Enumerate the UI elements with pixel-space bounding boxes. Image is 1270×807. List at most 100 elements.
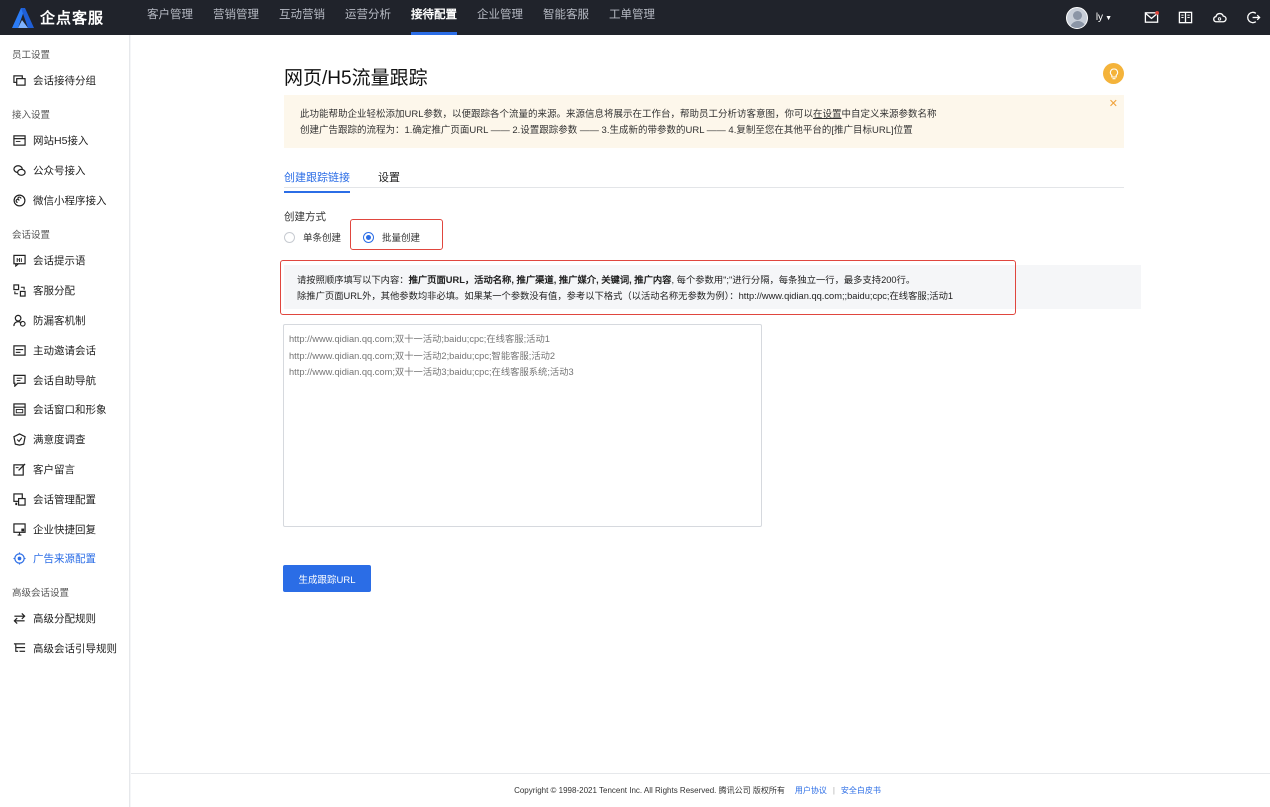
- mail-icon[interactable]: [1134, 0, 1168, 35]
- group-chat-icon: [12, 73, 26, 87]
- hi-message-icon: Hi: [12, 253, 26, 267]
- sidebar-group-staff: 员工设置: [12, 50, 51, 61]
- hint-line-1: 请按照顺序填写以下内容：推广页面URL，活动名称, 推广渠道, 推广媒介, 关键…: [297, 272, 1015, 288]
- create-mode-label: 创建方式: [284, 211, 326, 223]
- sidebar-item-label: 广告来源配置: [33, 552, 96, 565]
- copyright: Copyright © 1998-2021 Tencent Inc. All R…: [514, 786, 785, 795]
- sidebar-item-adv-assign[interactable]: 高级分配规则: [0, 606, 130, 630]
- nav-marketing[interactable]: 营销管理: [203, 0, 269, 35]
- edit-note-icon: [12, 462, 26, 476]
- nav-analytics[interactable]: 运营分析: [335, 0, 401, 35]
- sidebar-item-label: 高级分配规则: [33, 612, 96, 625]
- hint-text: , 每个参数用";"进行分隔，每条独立一行，最多支持200行。: [671, 275, 916, 285]
- nav-enterprise[interactable]: 企业管理: [467, 0, 533, 35]
- hint-fields: 推广页面URL，活动名称, 推广渠道, 推广媒介, 关键词, 推广内容: [408, 275, 672, 285]
- sidebar-item-label: 满意度调查: [33, 433, 86, 446]
- tab-create-link[interactable]: 创建跟踪链接: [284, 169, 350, 193]
- user-agreement-link[interactable]: 用户协议: [795, 785, 827, 796]
- user-shield-icon: [12, 313, 26, 327]
- sidebar-item-label: 客户留言: [33, 463, 75, 476]
- sidebar-group-access: 接入设置: [12, 110, 51, 121]
- sidebar-item-label: 客服分配: [33, 284, 75, 297]
- sidebar-item-label: 会话提示语: [33, 254, 86, 267]
- top-right-tools: ly ▼: [1065, 0, 1270, 35]
- sidebar-item-self-nav[interactable]: 会话自助导航: [0, 368, 130, 392]
- cloud-icon[interactable]: [1202, 0, 1236, 35]
- radio-single[interactable]: 单条创建: [284, 230, 341, 244]
- nav-smart-service[interactable]: 智能客服: [533, 0, 599, 35]
- swap-arrows-icon: [12, 611, 26, 625]
- settings-link[interactable]: 在设置: [813, 109, 842, 120]
- sidebar-item-ad-source[interactable]: 广告来源配置: [0, 546, 130, 570]
- footer-separator: |: [832, 786, 835, 795]
- book-icon[interactable]: [1168, 0, 1202, 35]
- sidebar-item-label: 高级会话引导规则: [33, 642, 117, 655]
- sidebar-item-survey[interactable]: 满意度调查: [0, 427, 130, 451]
- page-title: 网页/H5流量跟踪: [284, 68, 428, 89]
- close-icon[interactable]: ✕: [1109, 96, 1118, 112]
- top-bar: 企点客服 客户管理 营销管理 互动营销 运营分析 接待配置 企业管理 智能客服 …: [0, 0, 1270, 35]
- sidebar-item-label: 会话窗口和形象: [33, 403, 107, 416]
- notice-line-1: 此功能帮助企业轻松添加URL参数，以便跟踪各个流量的来源。来源信息将展示在工作台…: [300, 107, 1108, 123]
- chat-menu-icon: [12, 373, 26, 387]
- svg-text:Hi: Hi: [16, 257, 22, 263]
- sidebar-item-label: 网站H5接入: [33, 134, 89, 147]
- footer: Copyright © 1998-2021 Tencent Inc. All R…: [131, 773, 1270, 807]
- caret-down-icon: ▼: [1105, 15, 1112, 22]
- dashboard-icon: [12, 492, 26, 506]
- sidebar-item-assign[interactable]: 客服分配: [0, 278, 130, 302]
- radio-label: 单条创建: [303, 233, 342, 244]
- notice-line-2: 创建广告跟踪的流程为：1.确定推广页面URL —— 2.设置跟踪参数 —— 3.…: [300, 125, 913, 136]
- sidebar-item-adv-guide[interactable]: 高级会话引导规则: [0, 636, 130, 660]
- generate-url-button[interactable]: 生成跟踪URL: [283, 565, 371, 592]
- sidebar-item-label: 主动邀请会话: [33, 344, 96, 357]
- nav-interactive[interactable]: 互动营销: [269, 0, 335, 35]
- brand-logo[interactable]: 企点客服: [0, 7, 130, 29]
- sidebar-group-session: 会话设置: [12, 230, 51, 241]
- sidebar-item-quick-reply[interactable]: 企业快捷回复: [0, 517, 130, 541]
- info-notice: ✕ 此功能帮助企业轻松添加URL参数，以便跟踪各个流量的来源。来源信息将展示在工…: [284, 95, 1124, 148]
- sidebar-item-label: 会话接待分组: [33, 74, 96, 87]
- sidebar-item-label: 企业快捷回复: [33, 523, 96, 536]
- sidebar-item-label: 会话自助导航: [33, 374, 96, 387]
- wechat-icon: [12, 163, 26, 177]
- nav-customer[interactable]: 客户管理: [137, 0, 203, 35]
- sidebar-item-invite[interactable]: 主动邀请会话: [0, 338, 130, 362]
- sidebar-item-official-account[interactable]: 公众号接入: [0, 158, 130, 182]
- nav-reception-config[interactable]: 接待配置: [401, 0, 467, 35]
- window-icon: [12, 402, 26, 416]
- tabs: 创建跟踪链接 设置: [284, 163, 1124, 193]
- sidebar-item-management[interactable]: 会话管理配置: [0, 487, 130, 511]
- highlight-box-batch: [350, 219, 443, 250]
- sidebar-item-label: 会话管理配置: [33, 493, 96, 506]
- hint-text: 请按照顺序填写以下内容：: [297, 275, 409, 285]
- sidebar-item-reception-group[interactable]: 会话接待分组: [0, 68, 130, 92]
- nav-ticket[interactable]: 工单管理: [599, 0, 665, 35]
- mini-program-icon: [12, 193, 26, 207]
- sidebar-item-web-h5[interactable]: 网站H5接入: [0, 128, 130, 152]
- sidebar-item-prompt[interactable]: Hi 会话提示语: [0, 248, 130, 272]
- top-nav: 客户管理 营销管理 互动营销 运营分析 接待配置 企业管理 智能客服 工单管理: [137, 0, 665, 35]
- security-whitepaper-link[interactable]: 安全白皮书: [841, 785, 881, 796]
- flow-guide-icon: [12, 641, 26, 655]
- invite-window-icon: [12, 343, 26, 357]
- notice-text: 中自定义来源参数名称: [841, 109, 937, 120]
- logout-icon[interactable]: [1236, 0, 1270, 35]
- user-name: ly: [1095, 12, 1104, 23]
- sidebar-item-message[interactable]: 客户留言: [0, 457, 130, 481]
- sidebar-item-window[interactable]: 会话窗口和形象: [0, 397, 130, 421]
- batch-url-input[interactable]: [283, 324, 762, 527]
- sidebar-item-mini-program[interactable]: 微信小程序接入: [0, 188, 130, 212]
- browser-icon: [12, 133, 26, 147]
- avatar[interactable]: [1065, 6, 1088, 29]
- distribute-icon: [12, 283, 26, 297]
- sidebar-group-advanced: 高级会话设置: [12, 588, 70, 599]
- lightbulb-icon[interactable]: [1103, 63, 1124, 84]
- sidebar-item-anti-leak[interactable]: 防漏客机制: [0, 308, 130, 332]
- tab-settings[interactable]: 设置: [378, 169, 400, 191]
- sidebar-item-label: 防漏客机制: [33, 314, 86, 327]
- user-menu[interactable]: ly ▼: [1096, 12, 1112, 23]
- batch-format-hint: 请按照顺序填写以下内容：推广页面URL，活动名称, 推广渠道, 推广媒介, 关键…: [280, 260, 1016, 315]
- target-icon: [12, 551, 26, 565]
- notice-text: 此功能帮助企业轻松添加URL参数，以便跟踪各个流量的来源。来源信息将展示在工作台…: [300, 109, 814, 120]
